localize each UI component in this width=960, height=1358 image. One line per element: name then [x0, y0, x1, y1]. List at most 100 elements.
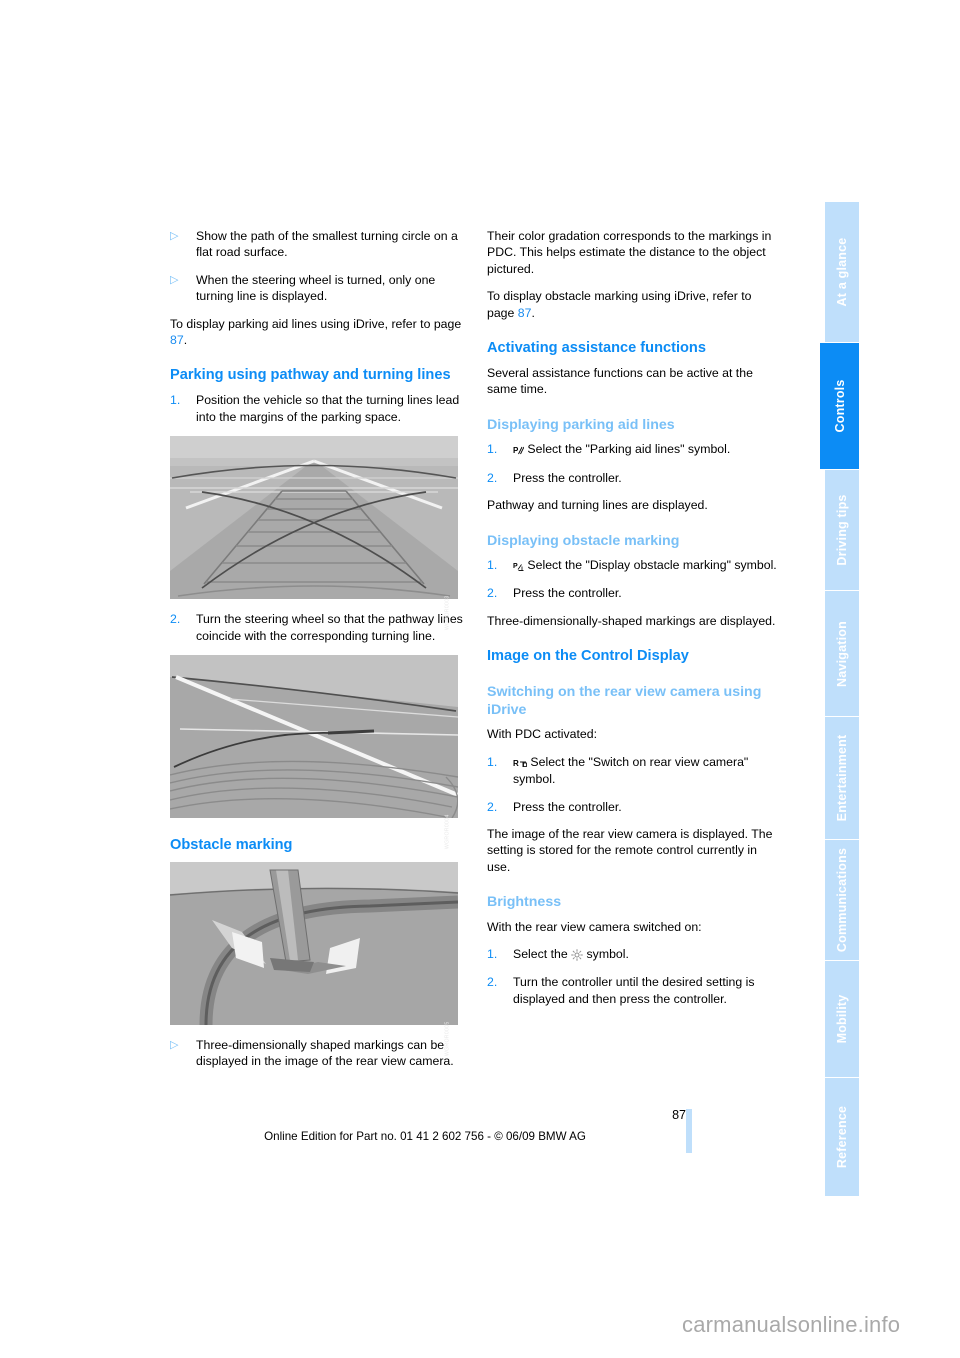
svg-text:R: R: [513, 759, 519, 768]
figure-image: [170, 862, 458, 1026]
step-number: 1.: [487, 754, 498, 769]
numbered-step: 2. Press the controller.: [487, 470, 781, 486]
tab-label: Driving tips: [835, 494, 849, 566]
numbered-step: 1. Position the vehicle so that the turn…: [170, 392, 464, 425]
period: .: [183, 333, 188, 348]
heading-switching-rear-view-camera: Switching on the rear view camera using …: [487, 684, 762, 718]
edition-notice: Online Edition for Part no. 01 41 2 602 …: [264, 1130, 586, 1143]
obstacle-marking-symbol-icon: P: [513, 558, 524, 574]
paragraph-color-gradation: Their color gradation corresponds to the…: [487, 229, 772, 276]
step-text: P Select the "Parking aid lines" symbol.: [513, 441, 781, 458]
tab-mobility[interactable]: Mobility: [823, 961, 859, 1077]
footer-accent-bar: [686, 1109, 692, 1153]
figure-obstacle-marking: WGROR0005: [170, 862, 458, 1056]
heading-brightness: Brightness: [487, 894, 562, 911]
heading-displaying-obstacle-marking: Displaying obstacle marking: [487, 532, 680, 549]
step-text: R Select the "Switch on rear view camera…: [513, 754, 749, 787]
figure-reference-code: WGROR0004: [444, 814, 451, 849]
step-text: Select the symbol.: [513, 946, 781, 963]
heading-obstacle-marking: Obstacle marking: [170, 837, 293, 854]
step-number: 1.: [487, 947, 498, 962]
paragraph-image-displayed: The image of the rear view camera is dis…: [487, 826, 773, 874]
list-item: ▷ When the steering wheel is turned, onl…: [170, 272, 464, 305]
rear-view-parking-lines-illustration: [170, 436, 458, 600]
figure-image: [170, 436, 458, 600]
manual-page: At a glance Controls Driving tips Naviga…: [0, 0, 960, 1358]
paragraph-3d-markings: Three-dimensionally-shaped markings are …: [487, 613, 776, 628]
tab-label: Controls: [832, 379, 847, 433]
step-number: 2.: [170, 612, 181, 627]
tab-communications[interactable]: Communications: [823, 840, 859, 960]
tab-controls[interactable]: Controls: [820, 343, 859, 469]
paragraph-camera-switched-on: With the rear view camera switched on:: [487, 919, 702, 934]
tab-label: Navigation: [835, 620, 849, 687]
numbered-step: 1. Select the symbol.: [487, 946, 781, 963]
step-text: Position the vehicle so that the turning…: [196, 393, 460, 424]
brightness-sun-symbol-icon: [571, 947, 584, 963]
step-number: 2.: [487, 586, 498, 601]
page-number: 87: [672, 1108, 686, 1122]
svg-text:P: P: [513, 563, 518, 570]
paragraph-several-functions: Several assistance functions can be acti…: [487, 366, 753, 397]
tab-reference[interactable]: Reference: [823, 1078, 859, 1196]
step-text: Press the controller.: [513, 470, 622, 485]
tab-entertainment[interactable]: Entertainment: [823, 717, 859, 839]
figure-reference-code: WGROR0005: [444, 1021, 451, 1056]
heading-displaying-parking-aid-lines: Displaying parking aid lines: [487, 416, 675, 433]
paragraph-text: To display parking aid lines using iDriv…: [170, 316, 462, 331]
tab-at-a-glance[interactable]: At a glance: [823, 202, 859, 342]
tab-driving-tips[interactable]: Driving tips: [823, 470, 859, 590]
tab-label: At a glance: [835, 237, 849, 307]
step-number: 2.: [487, 975, 498, 990]
tab-label: Entertainment: [835, 734, 849, 822]
tab-navigation[interactable]: Navigation: [823, 591, 859, 716]
pathway-lines-coincide-illustration: [170, 655, 458, 819]
page-cross-reference[interactable]: 87: [170, 333, 184, 347]
figure-parking-aid-lines: WGROR0003: [170, 436, 458, 630]
paragraph-pdc-activated: With PDC activated:: [487, 727, 598, 742]
bullet-text: Show the path of the smallest turning ci…: [196, 229, 458, 260]
numbered-step: 2. Press the controller.: [487, 799, 781, 815]
step-number: 1.: [487, 442, 498, 457]
paragraph-obstacle-ref: To display obstacle marking using iDrive…: [487, 288, 781, 321]
tab-label: Communications: [835, 847, 849, 953]
heading-activating-assistance: Activating assistance functions: [487, 340, 706, 357]
numbered-step: 1. P Select the "Display obstacle markin…: [487, 557, 781, 574]
tab-label: Mobility: [835, 994, 849, 1044]
triangle-bullet-icon: ▷: [170, 230, 179, 242]
triangle-bullet-icon: ▷: [170, 273, 179, 286]
heading-image-control-display: Image on the Control Display: [487, 648, 689, 665]
tab-label: Reference: [835, 1105, 849, 1169]
page-cross-reference[interactable]: 87: [518, 306, 532, 320]
left-text-column: ▷ Show the path of the smallest turning …: [170, 228, 464, 1081]
svg-text:P: P: [513, 446, 519, 455]
list-item: ▷ Show the path of the smallest turning …: [170, 228, 464, 261]
paragraph-pathway-displayed: Pathway and turning lines are displayed.: [487, 498, 708, 513]
list-item: ▷ Three-dimensionally shaped markings ca…: [170, 1037, 464, 1070]
numbered-step: 2. Press the controller.: [487, 585, 781, 601]
triangle-bullet-icon: ▷: [170, 1039, 179, 1052]
numbered-step: 2. Turn the controller until the desired…: [487, 974, 781, 1007]
step-text: Press the controller.: [513, 799, 622, 814]
step-number: 2.: [487, 470, 498, 485]
right-text-column: Their color gradation corresponds to the…: [487, 228, 781, 1018]
figure-image: [170, 655, 458, 819]
step-number: 1.: [487, 558, 498, 573]
section-tab-strip: At a glance Controls Driving tips Naviga…: [820, 202, 859, 1196]
site-watermark: carmanualsonline.info: [682, 1312, 901, 1337]
numbered-step: 2. Turn the steering wheel so that the p…: [170, 611, 464, 644]
step-text: Turn the steering wheel so that the path…: [196, 612, 463, 643]
figure-pathway-turning-coincide: WGROR0004: [170, 655, 458, 849]
step-number: 2.: [487, 799, 498, 814]
parking-aid-lines-symbol-icon: P: [513, 442, 525, 458]
bullet-text: When the steering wheel is turned, only …: [196, 272, 436, 304]
obstacle-marking-illustration: [170, 862, 458, 1026]
paragraph-parking-aid-ref: To display parking aid lines using iDriv…: [170, 316, 464, 349]
step-number: 1.: [170, 393, 181, 408]
bullet-text: Three-dimensionally shaped markings can …: [196, 1038, 454, 1069]
heading-parking-using-pathway: Parking using pathway and turning lines: [170, 367, 451, 384]
numbered-step: 1. P Select the "Parking aid lines" symb…: [487, 441, 781, 458]
step-text: Press the controller.: [513, 586, 622, 601]
rear-view-camera-symbol-icon: R: [513, 755, 527, 771]
step-text: Turn the controller until the desired se…: [513, 975, 755, 1006]
